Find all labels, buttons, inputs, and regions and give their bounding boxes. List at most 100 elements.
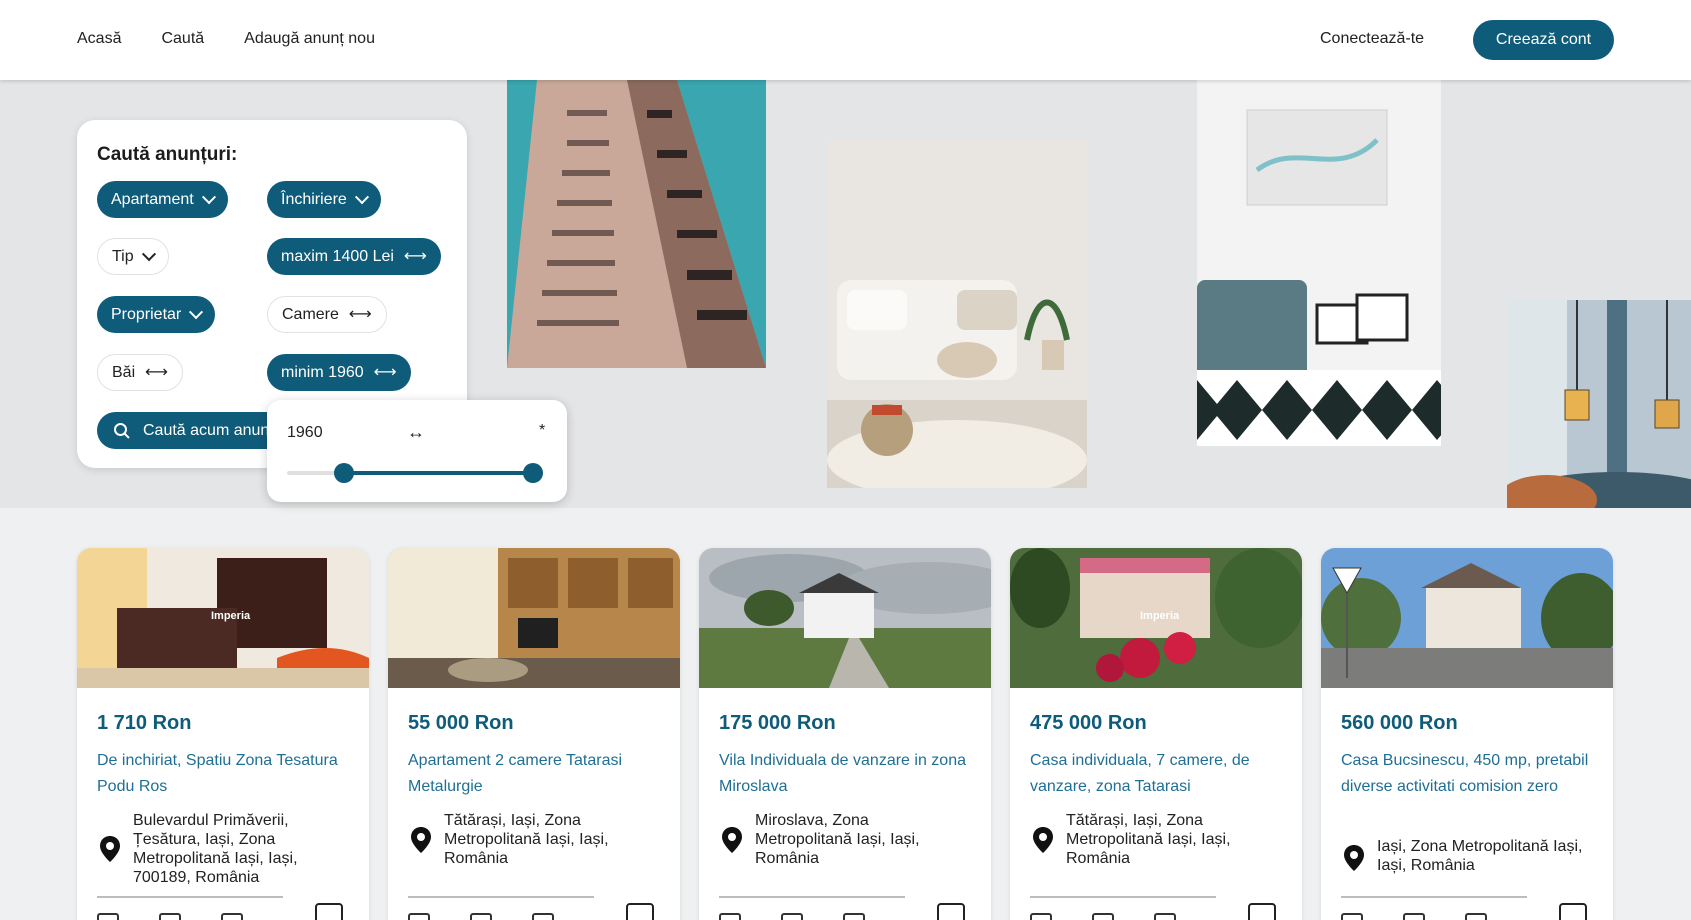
area-icon xyxy=(221,913,243,920)
listing-card[interactable]: 560 000 Ron Casa Bucsinescu, 450 mp, pre… xyxy=(1321,548,1613,920)
owner-label: Proprietar xyxy=(111,305,182,323)
listing-card[interactable]: Imperia 1 710 Ron De inchiriat, Spatiu Z… xyxy=(77,548,369,920)
chevron-down-icon xyxy=(141,246,156,261)
login-link[interactable]: Conectează-te xyxy=(1320,30,1424,48)
baths-range-filter[interactable]: Băi ⟷ xyxy=(97,354,184,391)
card-divider xyxy=(719,896,905,898)
listing-title[interactable]: Apartament 2 camere Tatarasi Metalurgie xyxy=(408,748,658,800)
price-range-filter[interactable]: maxim 1400 Lei ⟷ xyxy=(267,238,441,275)
range-slider-fill xyxy=(344,471,533,475)
year-range-filter[interactable]: minim 1960 ⟷ xyxy=(267,354,411,391)
listing-card[interactable]: 55 000 Ron Apartament 2 camere Tatarasi … xyxy=(388,548,680,920)
listing-card[interactable]: Imperia 475 000 Ron Casa individuala, 7 … xyxy=(1010,548,1302,920)
listing-title[interactable]: De inchiriat, Spatiu Zona Tesatura Podu … xyxy=(97,748,347,800)
card-divider xyxy=(408,896,594,898)
listings-grid: Imperia 1 710 Ron De inchiriat, Spatiu Z… xyxy=(77,548,1614,920)
favorite-checkbox[interactable] xyxy=(1248,903,1276,920)
hero-photo-tower xyxy=(507,80,766,368)
property-type-label: Apartament xyxy=(111,190,194,208)
listing-photo-villa xyxy=(699,548,991,688)
card-feature-icons xyxy=(97,913,243,920)
bed-icon xyxy=(719,913,741,920)
year-range-popover: 1960 ↔ * xyxy=(267,400,567,502)
area-icon xyxy=(843,913,865,920)
bath-icon xyxy=(781,913,803,920)
area-icon xyxy=(1465,913,1487,920)
listing-address: Tătărași, Iași, Zona Metropolitană Iași,… xyxy=(1066,812,1231,867)
listing-address: Tătărași, Iași, Zona Metropolitană Iași,… xyxy=(444,812,609,867)
chevron-down-icon xyxy=(201,189,216,204)
card-feature-icons xyxy=(719,913,865,920)
bath-icon xyxy=(159,913,181,920)
bed-icon xyxy=(1030,913,1052,920)
signup-button[interactable]: Creează cont xyxy=(1473,20,1614,60)
card-divider xyxy=(97,896,283,898)
area-icon xyxy=(1154,913,1176,920)
bath-icon xyxy=(470,913,492,920)
favorite-checkbox[interactable] xyxy=(626,903,654,920)
listing-address: Miroslava, Zona Metropolitană Iași, Iași… xyxy=(755,812,920,867)
range-arrows-icon: ⟷ xyxy=(403,247,427,265)
listing-address: Bulevardul Primăverii, Țesătura, Iași, Z… xyxy=(133,812,298,886)
listing-photo-office: Imperia xyxy=(77,548,369,688)
listing-card[interactable]: 175 000 Ron Vila Individuala de vanzare … xyxy=(699,548,991,920)
card-feature-icons xyxy=(1030,913,1176,920)
card-feature-icons xyxy=(1341,913,1487,920)
card-feature-icons xyxy=(408,913,554,920)
nav-home-link[interactable]: Acasă xyxy=(77,30,121,48)
watermark-logo: Imperia xyxy=(1140,610,1180,622)
rooms-range-filter[interactable]: Camere ⟷ xyxy=(267,296,387,333)
listing-photo-house-street xyxy=(1321,548,1613,688)
chevron-down-icon xyxy=(354,189,369,204)
listing-title[interactable]: Vila Individuala de vanzare in zona Miro… xyxy=(719,748,969,800)
rooms-label: Camere xyxy=(282,305,339,323)
location-pin-icon xyxy=(1033,827,1053,853)
price-range-label: maxim 1400 Lei xyxy=(281,247,394,265)
property-type-dropdown[interactable]: Apartament xyxy=(97,181,228,218)
bed-icon xyxy=(1341,913,1363,920)
type-dropdown[interactable]: Tip xyxy=(97,238,169,275)
hero-photo-lamps xyxy=(1507,300,1691,508)
area-icon xyxy=(532,913,554,920)
bath-icon xyxy=(1403,913,1425,920)
range-arrows-icon: ⟷ xyxy=(373,363,397,381)
owner-dropdown[interactable]: Proprietar xyxy=(97,296,216,333)
bed-icon xyxy=(97,913,119,920)
year-range-label: minim 1960 xyxy=(281,363,364,381)
main-nav: Acasă Caută Adaugă anunț nou xyxy=(77,30,375,48)
listing-address: Iași, Zona Metropolitană Iași, Iași, Rom… xyxy=(1377,838,1583,874)
listing-photo-living-room xyxy=(388,548,680,688)
baths-label: Băi xyxy=(112,363,136,381)
listing-photo-house-roses: Imperia xyxy=(1010,548,1302,688)
favorite-checkbox[interactable] xyxy=(937,903,965,920)
card-divider xyxy=(1030,896,1216,898)
listing-price: 1 710 Ron xyxy=(97,712,192,734)
range-slider-max-handle[interactable] xyxy=(523,463,543,483)
range-max-value: * xyxy=(539,422,546,439)
nav-search-link[interactable]: Caută xyxy=(161,30,204,48)
range-min-value: 1960 xyxy=(287,424,323,441)
location-pin-icon xyxy=(722,827,742,853)
search-title: Caută anunțuri: xyxy=(97,144,238,165)
transaction-type-dropdown[interactable]: Închiriere xyxy=(267,181,381,218)
top-navbar: Acasă Caută Adaugă anunț nou Conectează-… xyxy=(0,0,1691,80)
listing-price: 560 000 Ron xyxy=(1341,712,1458,734)
bath-icon xyxy=(1092,913,1114,920)
listing-title[interactable]: Casa individuala, 7 camere, de vanzare, … xyxy=(1030,748,1280,800)
location-pin-icon xyxy=(411,827,431,853)
location-pin-icon xyxy=(1344,845,1364,871)
range-arrows-icon: ↔ xyxy=(407,422,425,442)
range-arrows-icon: ⟷ xyxy=(145,363,169,381)
watermark-logo: Imperia xyxy=(211,610,251,622)
type-label: Tip xyxy=(112,247,134,265)
favorite-checkbox[interactable] xyxy=(315,903,343,920)
search-icon xyxy=(114,422,130,439)
range-slider-min-handle[interactable] xyxy=(334,463,355,483)
listing-price: 55 000 Ron xyxy=(408,712,514,734)
listing-title[interactable]: Casa Bucsinescu, 450 mp, pretabil divers… xyxy=(1341,748,1591,800)
card-divider xyxy=(1341,896,1527,898)
listing-price: 475 000 Ron xyxy=(1030,712,1147,734)
favorite-checkbox[interactable] xyxy=(1559,903,1587,920)
bed-icon xyxy=(408,913,430,920)
nav-add-listing-link[interactable]: Adaugă anunț nou xyxy=(244,30,375,48)
